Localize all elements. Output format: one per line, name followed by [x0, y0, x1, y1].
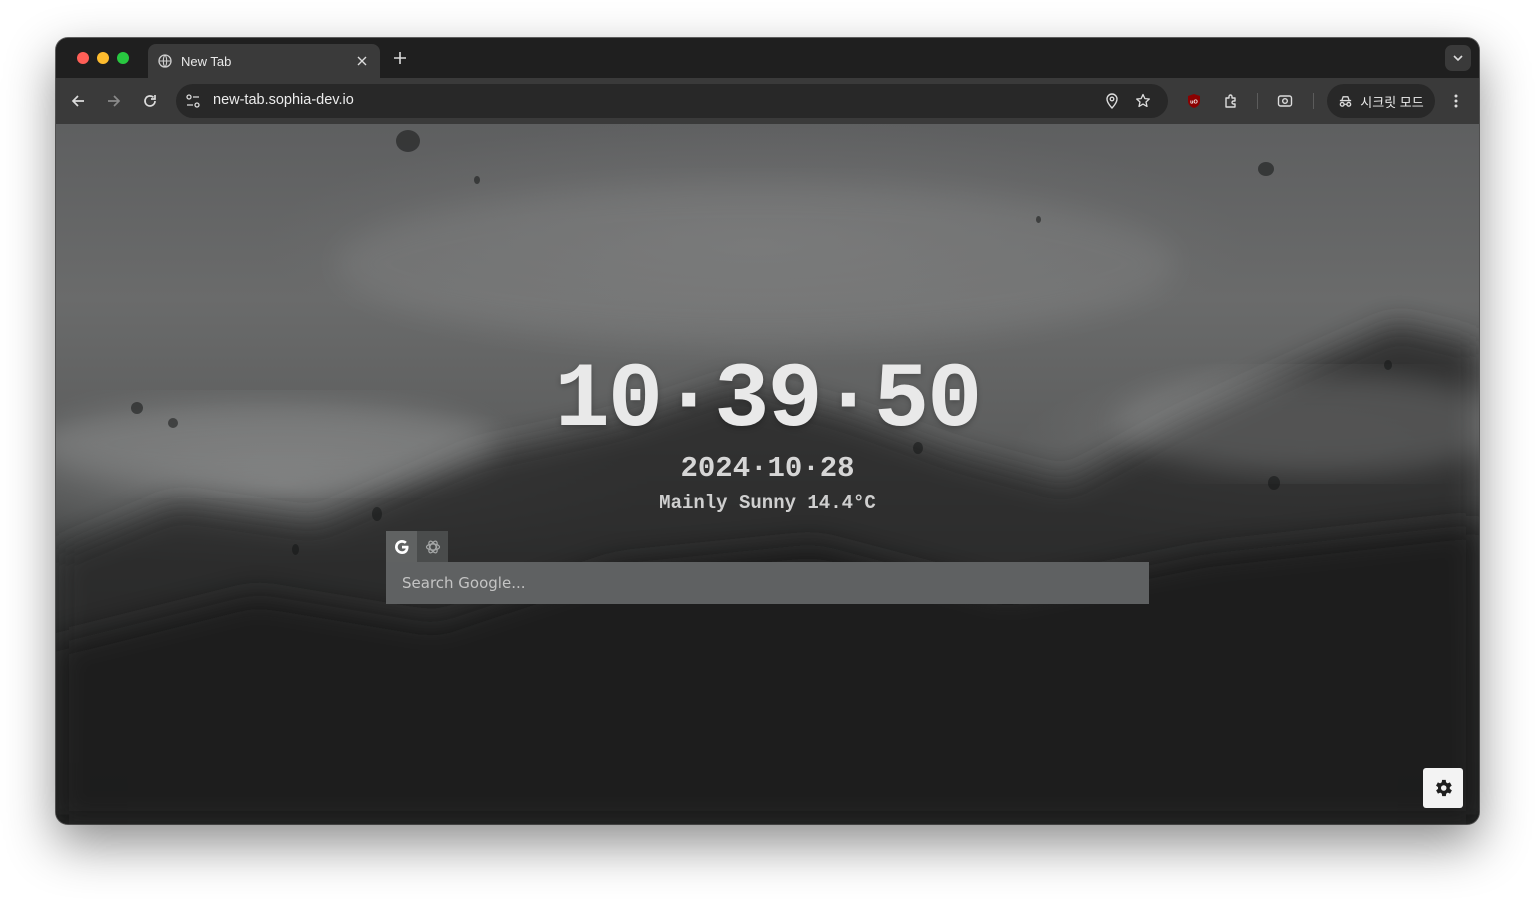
plus-icon — [394, 52, 406, 64]
toolbar: new-tab.sophia-dev.io uO 시크릿 모드 — [56, 78, 1479, 124]
tab-search-button[interactable] — [1445, 45, 1471, 71]
rain-drop — [474, 176, 480, 184]
rain-drop — [1258, 162, 1274, 176]
tab-strip: New Tab — [56, 38, 1479, 78]
kebab-menu-icon — [1454, 94, 1458, 108]
arrow-left-icon — [71, 95, 84, 107]
weather-status: Mainly Sunny 14.4°C — [659, 492, 876, 514]
toolbar-divider — [1257, 93, 1258, 109]
clock: 10·39·50 — [554, 348, 983, 453]
svg-text:uO: uO — [1190, 100, 1198, 106]
bookmark-star-icon[interactable] — [1134, 92, 1152, 110]
rain-drop — [1036, 216, 1041, 223]
url-text[interactable]: new-tab.sophia-dev.io — [213, 92, 354, 108]
ublock-extension-button[interactable]: uO — [1182, 89, 1206, 113]
arrow-right-icon — [108, 95, 121, 107]
new-tab-page: 10·39·50 2024·10·28 Mainly Sunny 14.4°C — [56, 124, 1479, 824]
forward-button[interactable] — [102, 89, 126, 113]
location-pin-icon[interactable] — [1103, 92, 1121, 110]
incognito-label: 시크릿 모드 — [1360, 94, 1424, 110]
ublock-icon: uO — [1188, 94, 1200, 108]
site-info-icon[interactable] — [184, 92, 202, 110]
google-icon — [394, 540, 408, 554]
incognito-badge[interactable]: 시크릿 모드 — [1327, 84, 1435, 118]
screenshot-button[interactable] — [1273, 89, 1297, 113]
date: 2024·10·28 — [680, 452, 855, 485]
settings-button[interactable] — [1423, 768, 1463, 808]
rain-drop — [396, 130, 420, 152]
reload-icon — [144, 95, 156, 107]
incognito-icon — [1339, 95, 1352, 107]
search-engine-tabs — [386, 531, 448, 563]
chevron-down-icon — [1453, 55, 1463, 62]
tab-new-tab[interactable]: New Tab — [148, 44, 380, 78]
reload-button[interactable] — [138, 89, 162, 113]
close-window-button[interactable] — [77, 52, 89, 64]
close-icon[interactable] — [354, 53, 370, 69]
toolbar-divider — [1313, 93, 1314, 109]
extensions-button[interactable] — [1219, 89, 1243, 113]
address-bar[interactable]: new-tab.sophia-dev.io — [176, 84, 1168, 118]
search-input[interactable] — [386, 562, 1149, 604]
gear-icon — [1436, 779, 1452, 797]
new-tab-button[interactable] — [390, 48, 410, 68]
back-button[interactable] — [66, 89, 90, 113]
menu-button[interactable] — [1444, 89, 1468, 113]
chatgpt-icon — [425, 540, 440, 554]
globe-icon — [158, 54, 172, 68]
browser-window: New Tab new-tab.sophia-dev.io uO 시크릿 모드 … — [56, 38, 1479, 824]
tab-title: New Tab — [181, 53, 232, 69]
minimize-window-button[interactable] — [97, 52, 109, 64]
camera-lens-icon — [1277, 95, 1293, 107]
chatgpt-engine-button[interactable] — [417, 531, 448, 563]
puzzle-icon — [1225, 94, 1236, 108]
google-engine-button[interactable] — [386, 531, 417, 563]
zoom-window-button[interactable] — [117, 52, 129, 64]
rain-drop — [292, 544, 299, 555]
